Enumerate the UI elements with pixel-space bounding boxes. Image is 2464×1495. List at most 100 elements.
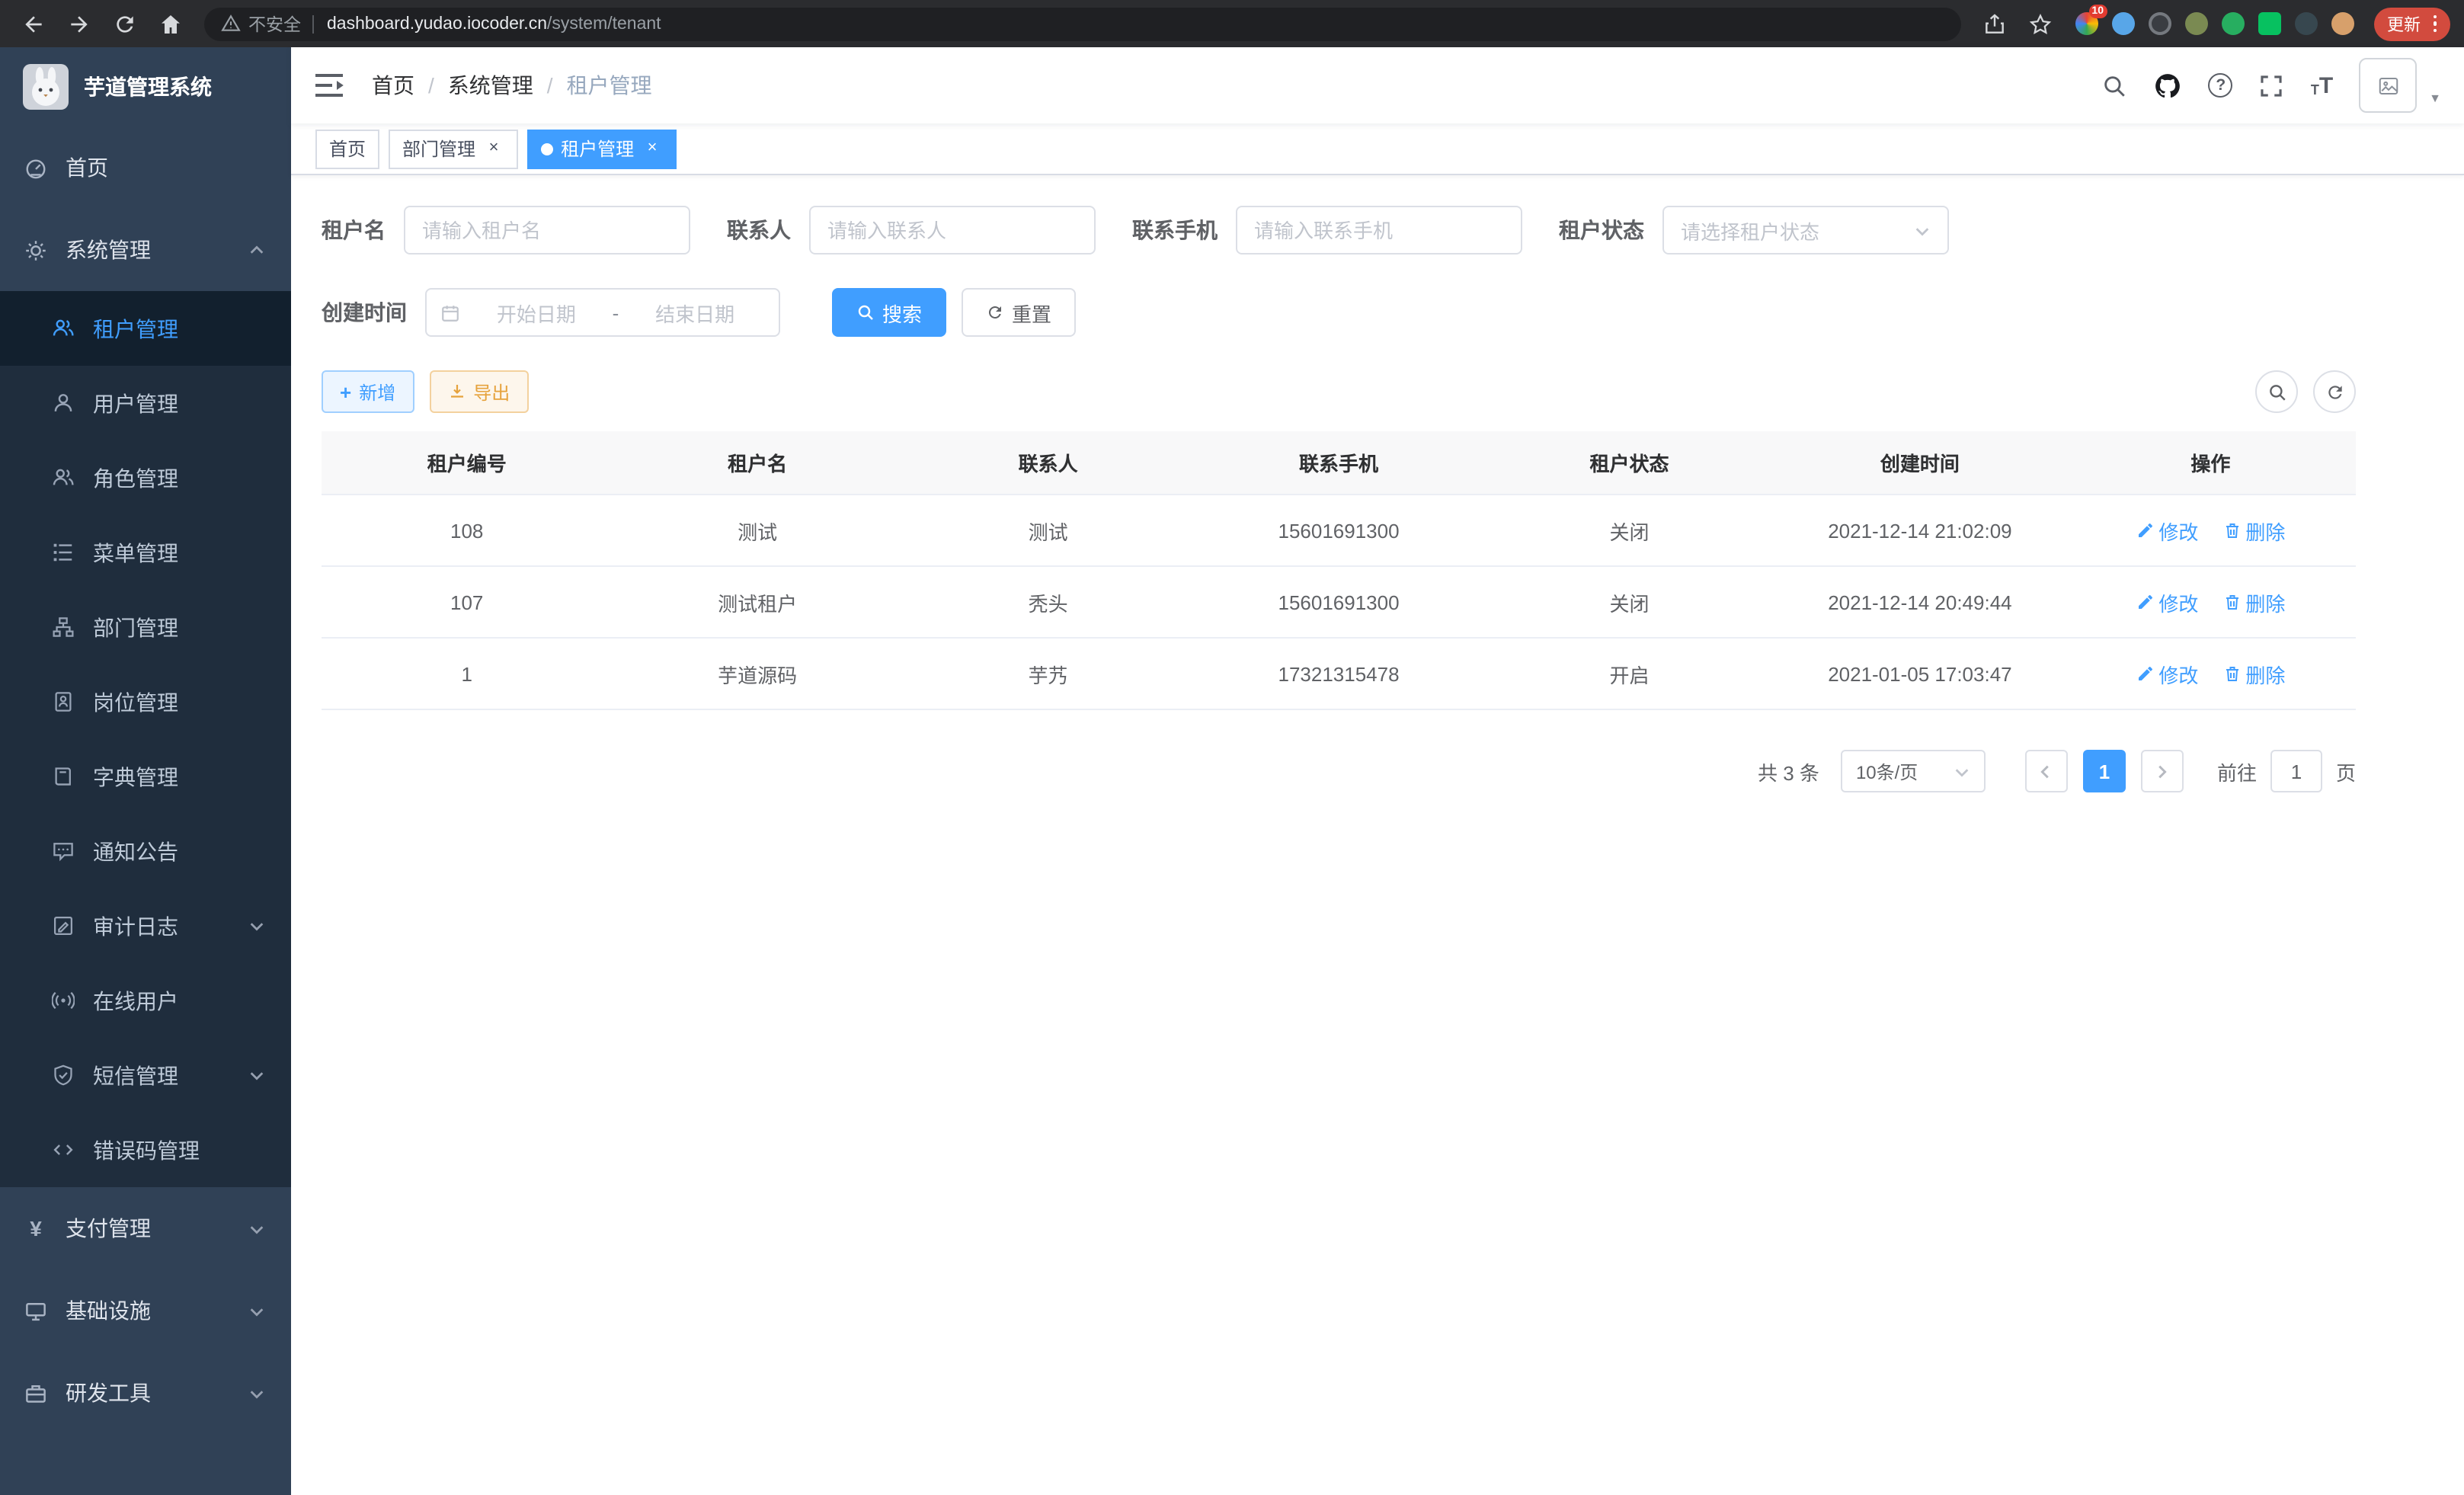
sidebar-item-tenant[interactable]: 租户管理 <box>0 291 291 366</box>
browser-forward-icon[interactable] <box>59 5 99 42</box>
column-header: 租户状态 <box>1484 431 1774 494</box>
extension-icon-4[interactable] <box>2184 12 2207 35</box>
extension-icon-2[interactable] <box>2111 12 2134 35</box>
browser-back-icon[interactable] <box>14 5 53 42</box>
breadcrumb-separator: / <box>547 73 553 98</box>
contact-input[interactable] <box>827 219 1077 242</box>
sidebar-item-users[interactable]: 用户管理 <box>0 366 291 440</box>
sidebar-item-departments[interactable]: 部门管理 <box>0 590 291 664</box>
chevron-up-icon <box>248 242 265 258</box>
goto-page-input[interactable] <box>2270 750 2322 792</box>
app-title: 芋道管理系统 <box>84 72 212 102</box>
sidebar-item-home[interactable]: 首页 <box>0 126 291 209</box>
next-page-button[interactable] <box>2141 750 2184 792</box>
delete-button[interactable]: 删除 <box>2222 516 2285 545</box>
browser-update-button[interactable]: 更新 <box>2373 7 2450 40</box>
status-value: 关闭 <box>1484 587 1774 616</box>
column-header: 操作 <box>2066 431 2356 494</box>
contact-field[interactable] <box>809 206 1096 255</box>
tenant-name-input[interactable] <box>422 219 672 242</box>
add-button[interactable]: + 新增 <box>322 370 414 413</box>
browser-menu-icon[interactable] <box>2433 15 2437 33</box>
sidebar-item-positions[interactable]: 岗位管理 <box>0 664 291 739</box>
search-icon[interactable] <box>2102 72 2128 98</box>
edit-button[interactable]: 修改 <box>2136 516 2198 545</box>
extension-icon-1[interactable]: 10 <box>2075 12 2098 35</box>
sidebar-item-roles[interactable]: 角色管理 <box>0 440 291 515</box>
font-size-icon[interactable]: TT <box>2311 74 2333 97</box>
status-select[interactable]: 请选择租户状态 <box>1662 206 1949 255</box>
status-value: 关闭 <box>1484 516 1774 545</box>
sidebar-item-infrastructure[interactable]: 基础设施 <box>0 1269 291 1352</box>
bookmark-star-icon[interactable] <box>2020 5 2059 42</box>
filter-status: 租户状态 请选择租户状态 <box>1559 206 1949 255</box>
column-header: 联系人 <box>903 431 1193 494</box>
sidebar-item-menus[interactable]: 菜单管理 <box>0 515 291 590</box>
page-size-select[interactable]: 10条/页 <box>1841 750 1986 792</box>
status-value: 开启 <box>1484 659 1774 688</box>
delete-button[interactable]: 删除 <box>2222 659 2285 688</box>
org-tree-icon <box>52 616 75 639</box>
github-icon[interactable] <box>2154 71 2183 100</box>
sidebar-item-audit-log[interactable]: 审计日志 <box>0 888 291 963</box>
refresh-table-button[interactable] <box>2313 370 2356 413</box>
share-icon[interactable] <box>1974 5 2014 42</box>
extension-icon-3[interactable] <box>2148 12 2171 35</box>
close-icon[interactable]: × <box>483 138 504 159</box>
prev-page-button[interactable] <box>2025 750 2068 792</box>
search-button[interactable]: 搜索 <box>832 288 946 337</box>
toggle-search-button[interactable] <box>2255 370 2298 413</box>
delete-button[interactable]: 删除 <box>2222 587 2285 616</box>
phone-field[interactable] <box>1236 206 1522 255</box>
address-bar[interactable]: 不安全 dashboard.yudao.iocoder.cn /system/t… <box>204 7 1960 40</box>
sidebar-item-payment[interactable]: ¥ 支付管理 <box>0 1187 291 1269</box>
app-root: 不安全 dashboard.yudao.iocoder.cn /system/t… <box>0 0 2464 1495</box>
browser-home-icon[interactable] <box>151 5 190 42</box>
hamburger-icon[interactable] <box>314 72 344 99</box>
sidebar-item-online-users[interactable]: 在线用户 <box>0 963 291 1038</box>
sidebar-item-system[interactable]: 系统管理 <box>0 209 291 291</box>
page-jumper: 前往 页 <box>2217 750 2356 792</box>
date-range-picker[interactable]: 开始日期 - 结束日期 <box>425 288 780 337</box>
help-icon[interactable]: ? <box>2209 73 2233 98</box>
edit-button[interactable]: 修改 <box>2136 659 2198 688</box>
tenant-name-field[interactable] <box>404 206 690 255</box>
filter-phone: 联系手机 <box>1132 206 1522 255</box>
security-label: 不安全 <box>248 11 301 36</box>
breadcrumb-home[interactable]: 首页 <box>372 70 414 101</box>
phone-input[interactable] <box>1254 219 1504 242</box>
sidebar-item-dev-tools[interactable]: 研发工具 <box>0 1352 291 1434</box>
fullscreen-icon[interactable] <box>2259 72 2285 98</box>
created-time-label: 创建时间 <box>322 297 425 328</box>
profile-avatar-icon[interactable] <box>2331 12 2354 35</box>
tab-home[interactable]: 首页 <box>315 129 379 168</box>
avatar[interactable] <box>2359 58 2417 113</box>
chevron-right-icon <box>2154 763 2171 780</box>
tab-tenant[interactable]: 租户管理 × <box>527 129 677 168</box>
pagination-total: 共 3 条 <box>1758 757 1819 786</box>
breadcrumb-section: 系统管理 <box>448 70 533 101</box>
pencil-icon <box>2136 593 2154 611</box>
sidebar-item-notices[interactable]: 通知公告 <box>0 814 291 888</box>
sidebar-item-error-codes[interactable]: 错误码管理 <box>0 1112 291 1187</box>
tab-departments[interactable]: 部门管理 × <box>389 129 518 168</box>
pagination: 共 3 条 10条/页 1 前往 页 <box>322 750 2356 792</box>
date-separator: - <box>606 301 626 324</box>
book-icon <box>52 765 75 788</box>
edit-button[interactable]: 修改 <box>2136 587 2198 616</box>
extension-icon-6[interactable] <box>2258 12 2280 35</box>
reset-button[interactable]: 重置 <box>962 288 1076 337</box>
app-logo[interactable]: 芋道管理系统 <box>0 47 291 126</box>
browser-reload-icon[interactable] <box>105 5 145 42</box>
export-button[interactable]: 导出 <box>429 370 528 413</box>
page-number-current[interactable]: 1 <box>2083 750 2126 792</box>
broadcast-icon <box>52 989 75 1012</box>
filter-row-1: 租户名 联系人 联系手机 租户状态 请选择租户状态 <box>322 206 2356 255</box>
close-icon[interactable]: × <box>642 138 663 159</box>
sidebar-item-sms[interactable]: 短信管理 <box>0 1038 291 1112</box>
extension-icon-5[interactable] <box>2221 12 2244 35</box>
caret-down-icon[interactable]: ▼ <box>2429 91 2441 105</box>
sidebar-item-dictionary[interactable]: 字典管理 <box>0 739 291 814</box>
extension-icon-7[interactable] <box>2294 12 2317 35</box>
filter-created-time: 创建时间 开始日期 - 结束日期 <box>322 288 780 337</box>
